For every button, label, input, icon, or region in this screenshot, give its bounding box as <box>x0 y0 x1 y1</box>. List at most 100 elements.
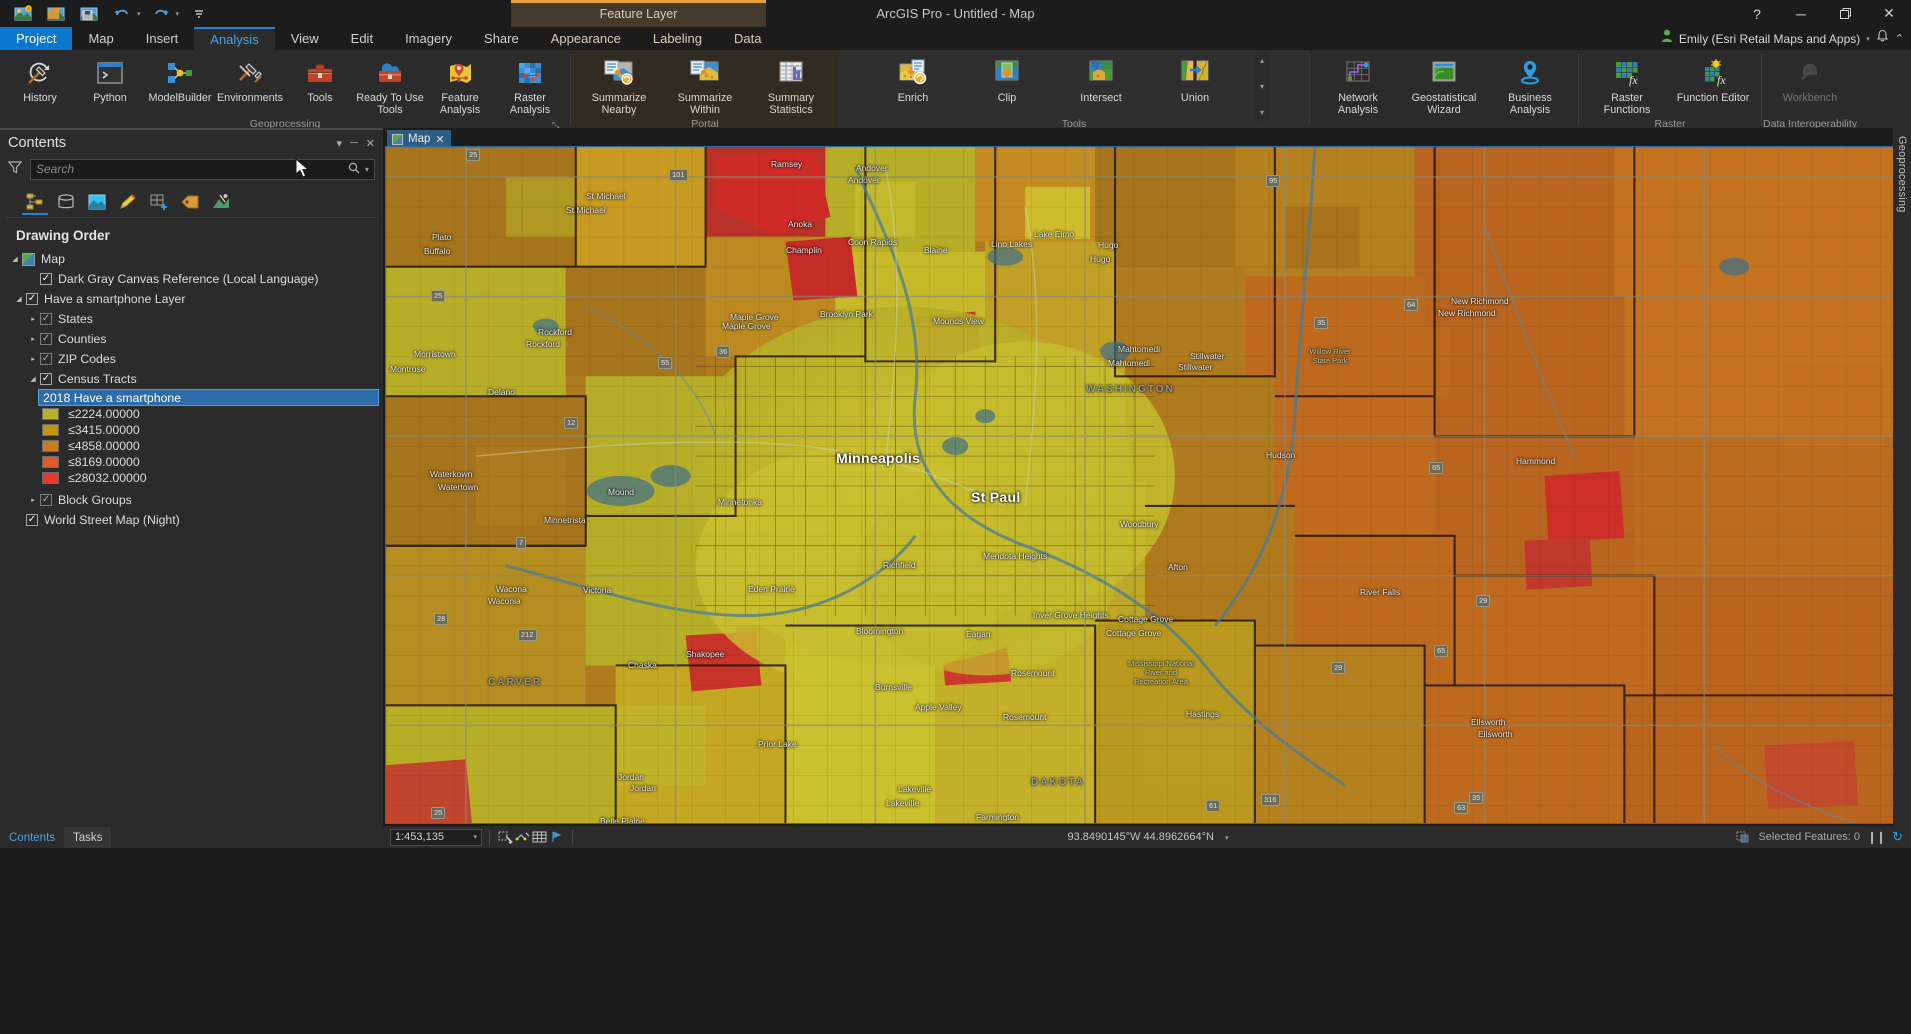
minimize-button[interactable]: ─ <box>1779 0 1823 27</box>
new-project-icon[interactable] <box>10 3 36 25</box>
python-button[interactable]: Python <box>76 53 144 115</box>
history-button[interactable]: History <box>6 53 74 115</box>
tab-imagery[interactable]: Imagery <box>389 27 468 50</box>
chevron-collapsed-icon[interactable]: ▸ <box>26 355 40 363</box>
open-project-icon[interactable] <box>43 3 69 25</box>
gallery-expand-icon[interactable]: ▾ <box>1260 109 1264 117</box>
summarize-nearby-button[interactable]: Summarize Nearby <box>577 53 661 116</box>
gallery-scroll-up-icon[interactable]: ▴ <box>1260 57 1264 65</box>
environments-button[interactable]: Environments <box>216 53 284 115</box>
map-canvas[interactable] <box>386 147 1908 823</box>
intersect-button[interactable]: Intersect <box>1067 53 1135 115</box>
legend-row-class-4[interactable]: ≤8169.00000 <box>4 454 383 470</box>
checkbox-zip-codes[interactable]: ✓ <box>40 353 52 365</box>
scale-dropdown-caret[interactable]: ▾ <box>473 833 477 841</box>
list-by-diagram-icon[interactable] <box>208 189 234 215</box>
checkbox-dark-gray-canvas-reference[interactable]: ✓ <box>40 273 52 285</box>
dock-tab-contents[interactable]: Contents <box>0 827 65 848</box>
filter-icon[interactable] <box>7 160 24 179</box>
undo-icon[interactable] <box>109 3 135 25</box>
list-by-editing-icon[interactable] <box>115 189 141 215</box>
chevron-expanded-icon[interactable]: ◢ <box>12 295 26 303</box>
map-view[interactable]: Minneapolis St Paul St Michael St Michae… <box>385 146 1909 824</box>
refresh-icon[interactable]: ↻ <box>1892 829 1903 845</box>
coordinates-dropdown-caret[interactable]: ▾ <box>1225 835 1229 842</box>
chevron-collapsed-icon[interactable]: ▸ <box>26 315 40 323</box>
checkbox-block-groups[interactable]: ✓ <box>40 494 52 506</box>
tab-analysis[interactable]: Analysis <box>194 27 275 50</box>
redo-dropdown-caret[interactable]: ▾ <box>176 10 180 18</box>
business-analysis-button[interactable]: Business Analysis <box>1488 53 1572 116</box>
tab-insert[interactable]: Insert <box>130 27 195 50</box>
list-by-labeling-icon[interactable] <box>177 189 203 215</box>
tree-node-block-groups[interactable]: ▸ ✓ Block Groups <box>4 490 383 510</box>
measure-icon[interactable] <box>514 830 531 845</box>
save-project-icon[interactable] <box>76 3 102 25</box>
attribute-table-icon[interactable] <box>531 830 548 845</box>
summary-statistics-button[interactable]: Σ Summary Statistics <box>749 53 833 116</box>
tree-node-counties[interactable]: ▸ ✓ Counties <box>4 329 383 349</box>
clip-button[interactable]: Clip <box>973 53 1041 115</box>
account-name-label[interactable]: Emily (Esri Retail Maps and Apps) <box>1679 32 1860 46</box>
notifications-bell-icon[interactable] <box>1876 29 1889 48</box>
chevron-collapsed-icon[interactable]: ▸ <box>26 335 40 343</box>
tree-node-dark-gray-canvas-reference[interactable]: ✓ Dark Gray Canvas Reference (Local Lang… <box>4 269 383 289</box>
legend-row-class-3[interactable]: ≤4858.00000 <box>4 438 383 454</box>
list-by-data-source-icon[interactable] <box>53 189 79 215</box>
dock-tab-tasks[interactable]: Tasks <box>64 827 112 848</box>
tree-node-have-a-smartphone-layer[interactable]: ◢ ✓ Have a smartphone Layer <box>4 289 383 309</box>
chevron-collapsed-icon[interactable]: ▸ <box>26 496 40 504</box>
legend-row-class-5[interactable]: ≤28032.00000 <box>4 470 383 486</box>
help-button[interactable]: ? <box>1735 0 1779 27</box>
close-icon[interactable]: ✕ <box>435 133 444 146</box>
user-account-icon[interactable] <box>1661 29 1673 48</box>
checkbox-counties[interactable]: ✓ <box>40 333 52 345</box>
dock-tab-geoprocessing[interactable]: Geoprocessing <box>1896 136 1908 213</box>
legend-row-class-2[interactable]: ≤3415.00000 <box>4 422 383 438</box>
list-by-selection-icon[interactable] <box>84 189 110 215</box>
checkbox-have-a-smartphone-layer[interactable]: ✓ <box>26 293 38 305</box>
chevron-expanded-icon[interactable]: ◢ <box>8 255 22 263</box>
checkbox-census-tracts[interactable]: ✓ <box>40 373 52 385</box>
raster-functions-button[interactable]: fx Raster Functions <box>1585 53 1669 116</box>
union-button[interactable]: Union <box>1161 53 1229 115</box>
search-input-wrapper[interactable]: ▾ <box>30 158 375 180</box>
checkbox-world-street-map-night[interactable]: ✓ <box>26 514 38 526</box>
tree-node-map[interactable]: ◢ Map <box>4 249 383 269</box>
locate-icon[interactable] <box>548 830 565 845</box>
tab-share[interactable]: Share <box>468 27 535 50</box>
tree-node-zip-codes[interactable]: ▸ ✓ ZIP Codes <box>4 349 383 369</box>
map-scale-selector[interactable]: 1:453,135 ▾ <box>390 828 482 846</box>
selection-tool-icon[interactable] <box>497 830 514 845</box>
pause-drawing-icon[interactable]: ❙❙ <box>1867 830 1886 844</box>
tab-data[interactable]: Data <box>718 27 777 50</box>
list-by-snapping-icon[interactable] <box>146 189 172 215</box>
network-analysis-button[interactable]: Network Analysis <box>1316 53 1400 116</box>
geostatistical-wizard-button[interactable]: Geostatistical Wizard <box>1402 53 1486 116</box>
account-dropdown-caret[interactable]: ▾ <box>1866 35 1870 43</box>
chevron-expanded-icon[interactable]: ◢ <box>26 375 40 383</box>
modelbuilder-button[interactable]: ModelBuilder <box>146 53 214 115</box>
search-icon[interactable] <box>348 162 360 177</box>
tab-appearance[interactable]: Appearance <box>535 27 637 50</box>
raster-analysis-button[interactable]: Raster Analysis <box>496 53 564 116</box>
redo-icon[interactable] <box>148 3 174 25</box>
restore-button[interactable] <box>1823 0 1867 27</box>
undo-dropdown-caret[interactable]: ▾ <box>137 10 141 18</box>
gallery-scroll-down-icon[interactable]: ▾ <box>1260 83 1264 91</box>
panel-menu-icon[interactable]: ▾ <box>336 137 342 150</box>
checkbox-states[interactable]: ✓ <box>40 313 52 325</box>
tab-edit[interactable]: Edit <box>335 27 389 50</box>
legend-title-selected[interactable]: 2018 Have a smartphone <box>38 389 379 406</box>
customize-quick-access-icon[interactable] <box>186 3 212 25</box>
summarize-within-button[interactable]: Summarize Within <box>663 53 747 116</box>
tools-button[interactable]: Tools <box>286 53 354 115</box>
list-by-drawing-order-icon[interactable] <box>22 189 48 215</box>
tree-node-census-tracts[interactable]: ◢ ✓ Census Tracts <box>4 369 383 389</box>
tree-node-world-street-map-night[interactable]: ✓ World Street Map (Night) <box>4 510 383 530</box>
tab-view[interactable]: View <box>275 27 335 50</box>
tab-project[interactable]: Project <box>0 27 73 50</box>
tab-labeling[interactable]: Labeling <box>637 27 718 50</box>
close-button[interactable]: ✕ <box>1867 0 1911 27</box>
panel-pin-icon[interactable]: ─ <box>350 137 358 149</box>
